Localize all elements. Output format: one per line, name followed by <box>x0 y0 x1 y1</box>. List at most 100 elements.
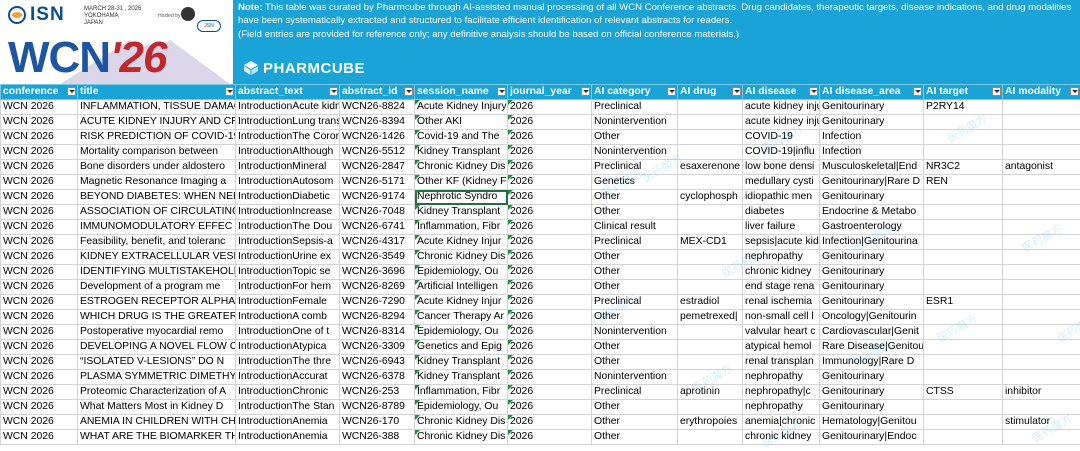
column-header-conference[interactable]: conference <box>1 85 78 100</box>
cell-ai-category[interactable]: Nonintervention <box>592 370 678 385</box>
cell-journal-year[interactable]: 2026 <box>508 385 592 400</box>
cell-journal-year[interactable]: 2026 <box>508 340 592 355</box>
cell-ai-category[interactable]: Other <box>592 400 678 415</box>
cell-title[interactable]: ACUTE KIDNEY INJURY AND CR <box>78 115 236 130</box>
cell-conference[interactable]: WCN 2026 <box>1 220 78 235</box>
cell-ai-target[interactable] <box>924 220 1003 235</box>
cell-ai-disease-area[interactable]: Genitourinary <box>820 295 924 310</box>
cell-ai-target[interactable] <box>924 145 1003 160</box>
cell-abstract-id[interactable]: WCN26-8269 <box>340 280 415 295</box>
cell-ai-target[interactable] <box>924 235 1003 250</box>
cell-journal-year[interactable]: 2026 <box>508 100 592 115</box>
cell-ai-category[interactable]: Preclinical <box>592 160 678 175</box>
cell-conference[interactable]: WCN 2026 <box>1 190 78 205</box>
cell-ai-category[interactable]: Other <box>592 190 678 205</box>
cell-ai-target[interactable] <box>924 130 1003 145</box>
cell-session-name[interactable]: Kidney Transplant <box>415 370 508 385</box>
cell-journal-year[interactable]: 2026 <box>508 415 592 430</box>
cell-conference[interactable]: WCN 2026 <box>1 280 78 295</box>
cell-ai-drug[interactable] <box>678 370 743 385</box>
cell-conference[interactable]: WCN 2026 <box>1 235 78 250</box>
cell-ai-modality[interactable] <box>1003 130 1080 145</box>
cell-ai-modality[interactable] <box>1003 175 1080 190</box>
cell-ai-drug[interactable] <box>678 280 743 295</box>
cell-abstract-text[interactable]: IntroductionLung transpl <box>236 115 340 130</box>
cell-ai-category[interactable]: Other <box>592 250 678 265</box>
cell-abstract-text[interactable]: IntroductionAnemia <box>236 415 340 430</box>
cell-abstract-id[interactable]: WCN26-1426 <box>340 130 415 145</box>
cell-ai-drug[interactable]: cyclophosph <box>678 190 743 205</box>
cell-ai-disease-area[interactable]: Hematology|Genitou <box>820 415 924 430</box>
cell-ai-disease[interactable]: diabetes <box>743 205 820 220</box>
cell-conference[interactable]: WCN 2026 <box>1 175 78 190</box>
cell-abstract-id[interactable]: WCN26-3549 <box>340 250 415 265</box>
cell-journal-year[interactable]: 2026 <box>508 160 592 175</box>
cell-ai-drug[interactable] <box>678 130 743 145</box>
filter-dropdown-icon[interactable] <box>809 87 818 96</box>
cell-ai-disease[interactable]: nephropathy <box>743 370 820 385</box>
cell-ai-disease-area[interactable]: Genitourinary <box>820 385 924 400</box>
column-header-title[interactable]: title <box>78 85 236 100</box>
cell-ai-target[interactable] <box>924 265 1003 280</box>
cell-ai-disease-area[interactable]: Gastroenterology <box>820 220 924 235</box>
cell-ai-disease-area[interactable]: Genitourinary <box>820 100 924 115</box>
cell-ai-disease-area[interactable]: Genitourinary|Rare D <box>820 175 924 190</box>
cell-ai-target[interactable] <box>924 325 1003 340</box>
cell-ai-category[interactable]: Preclinical <box>592 100 678 115</box>
cell-ai-disease[interactable]: anemia|chronic <box>743 415 820 430</box>
cell-ai-drug[interactable] <box>678 265 743 280</box>
cell-abstract-id[interactable]: WCN26-6741 <box>340 220 415 235</box>
cell-journal-year[interactable]: 2026 <box>508 190 592 205</box>
cell-session-name[interactable]: Epidemiology, Ou <box>415 325 508 340</box>
cell-conference[interactable]: WCN 2026 <box>1 295 78 310</box>
cell-ai-target[interactable] <box>924 355 1003 370</box>
cell-ai-modality[interactable] <box>1003 220 1080 235</box>
cell-ai-disease-area[interactable]: Genitourinary <box>820 250 924 265</box>
cell-abstract-text[interactable]: IntroductionTopic se <box>236 265 340 280</box>
cell-journal-year[interactable]: 2026 <box>508 175 592 190</box>
cell-title[interactable]: Magnetic Resonance Imaging a <box>78 175 236 190</box>
cell-ai-modality[interactable] <box>1003 145 1080 160</box>
cell-abstract-text[interactable]: IntroductionA comb <box>236 310 340 325</box>
cell-ai-disease-area[interactable]: Genitourinary <box>820 115 924 130</box>
cell-ai-drug[interactable] <box>678 430 743 445</box>
cell-abstract-text[interactable]: IntroductionThe Corona <box>236 130 340 145</box>
cell-ai-category[interactable]: Nonintervention <box>592 145 678 160</box>
cell-ai-category[interactable]: Other <box>592 280 678 295</box>
cell-session-name[interactable]: Artificial Intelligen <box>415 280 508 295</box>
cell-abstract-text[interactable]: IntroductionMineral <box>236 160 340 175</box>
cell-ai-target[interactable]: P2RY14 <box>924 100 1003 115</box>
cell-ai-disease[interactable]: liver failure <box>743 220 820 235</box>
cell-abstract-text[interactable]: IntroductionAlthough <box>236 145 340 160</box>
cell-ai-modality[interactable] <box>1003 295 1080 310</box>
cell-ai-disease-area[interactable]: Immunology|Rare D <box>820 355 924 370</box>
cell-journal-year[interactable]: 2026 <box>508 325 592 340</box>
cell-abstract-id[interactable]: WCN26-6943 <box>340 355 415 370</box>
cell-conference[interactable]: WCN 2026 <box>1 400 78 415</box>
cell-ai-drug[interactable] <box>678 250 743 265</box>
cell-ai-disease[interactable]: low bone densi <box>743 160 820 175</box>
column-header-abstract-text[interactable]: abstract_text <box>236 85 340 100</box>
cell-journal-year[interactable]: 2026 <box>508 355 592 370</box>
cell-ai-disease[interactable]: non-small cell l <box>743 310 820 325</box>
cell-abstract-text[interactable]: IntroductionThe Dou <box>236 220 340 235</box>
cell-ai-category[interactable]: Preclinical <box>592 385 678 400</box>
cell-session-name[interactable]: Acute Kidney Injur <box>415 235 508 250</box>
cell-ai-target[interactable]: CTSS <box>924 385 1003 400</box>
column-header-ai-drug[interactable]: AI drug <box>678 85 743 100</box>
cell-ai-target[interactable] <box>924 115 1003 130</box>
cell-ai-disease[interactable]: sepsis|acute kid <box>743 235 820 250</box>
cell-title[interactable]: Feasibility, benefit, and toleranc <box>78 235 236 250</box>
cell-abstract-text[interactable]: IntroductionAccurat <box>236 370 340 385</box>
cell-session-name[interactable]: Other AKI <box>415 115 508 130</box>
cell-journal-year[interactable]: 2026 <box>508 280 592 295</box>
cell-title[interactable]: WHICH DRUG IS THE GREATER <box>78 310 236 325</box>
cell-ai-modality[interactable]: antagonist <box>1003 160 1080 175</box>
cell-ai-modality[interactable] <box>1003 310 1080 325</box>
cell-ai-target[interactable]: ESR1 <box>924 295 1003 310</box>
cell-ai-modality[interactable] <box>1003 235 1080 250</box>
cell-ai-target[interactable] <box>924 310 1003 325</box>
cell-ai-drug[interactable]: MEX-CD1 <box>678 235 743 250</box>
cell-conference[interactable]: WCN 2026 <box>1 205 78 220</box>
cell-title[interactable]: IDENTIFYING MULTISTAKEHOLD <box>78 265 236 280</box>
